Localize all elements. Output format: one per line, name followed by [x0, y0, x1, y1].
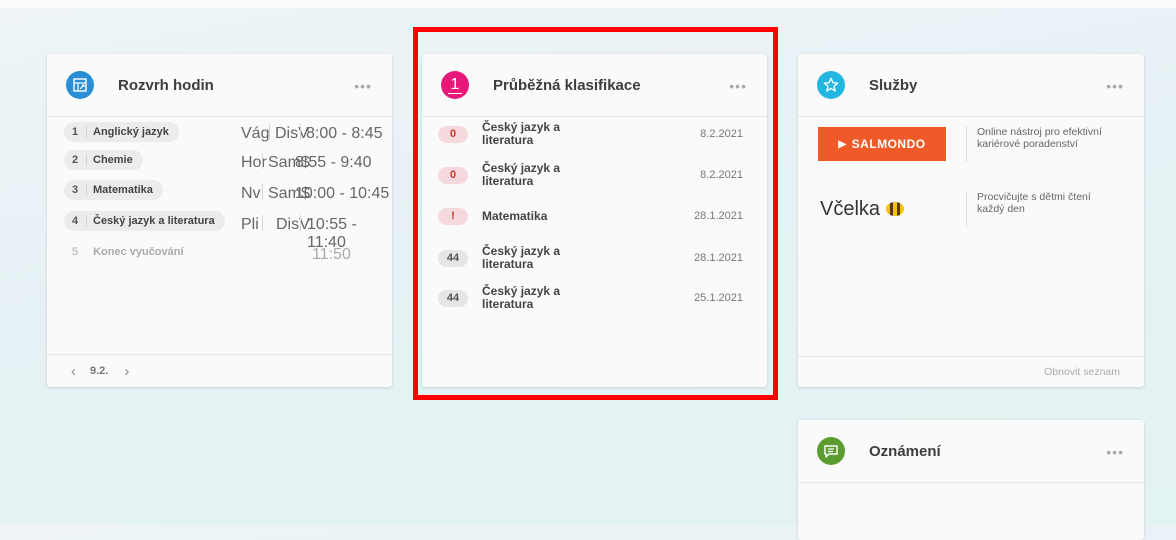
schedule-header: Rozvrh hodin •••	[47, 54, 392, 117]
salmondo-logo-text: SALMONDO	[851, 137, 926, 151]
service-description: Online nástroj pro efektivní kariérové p…	[966, 126, 1102, 162]
vcelka-logo-text: Včelka	[820, 197, 881, 220]
chevron-right-icon[interactable]: ›	[124, 363, 129, 380]
salmondo-logo[interactable]: ▶ SALMONDO	[818, 127, 946, 161]
divider	[262, 153, 263, 169]
lesson-pill: 4 Český jazyk a literatura	[64, 211, 225, 231]
lesson-teacher: Nv	[241, 185, 261, 202]
lesson-time: 8:00 - 8:45	[306, 125, 383, 142]
bee-icon	[886, 202, 905, 216]
service-description-line: Online nástroj pro efektivní	[977, 126, 1102, 138]
lesson-number: 3	[64, 184, 87, 196]
services-more-button[interactable]: •••	[1106, 78, 1124, 94]
announcements-title: Oznámení	[869, 442, 941, 460]
schedule-date: 9.2.	[90, 365, 109, 377]
message-icon	[817, 437, 845, 465]
announcements-card: Oznámení •••	[798, 420, 1144, 540]
services-title: Služby	[869, 76, 918, 94]
lesson-pill: 1 Anglický jazyk	[64, 122, 179, 142]
lesson-row[interactable]: 3 Matematika	[64, 178, 163, 202]
end-label: Konec vyučování	[93, 246, 184, 258]
lesson-row[interactable]: 4 Český jazyk a literatura	[64, 209, 225, 233]
top-strip	[0, 0, 1176, 8]
lesson-row[interactable]: 1 Anglický jazyk	[64, 120, 179, 144]
lesson-name: Anglický jazyk	[93, 126, 169, 138]
end-time: 11:50	[312, 246, 351, 263]
lesson-teacher: Pli	[241, 216, 259, 233]
lesson-name: Chemie	[93, 154, 133, 166]
lesson-name: Matematika	[93, 184, 153, 196]
services-card: Služby ••• ▶ SALMONDO Online nástroj pro…	[798, 54, 1144, 387]
lesson-room: DisV	[276, 216, 310, 233]
services-footer: Obnovit seznam	[798, 356, 1144, 387]
lesson-row[interactable]: 2 Chemie	[64, 148, 143, 172]
play-icon: ▶	[838, 138, 847, 150]
lesson-teacher: Vág	[241, 125, 270, 142]
service-description-line: Procvičujte s dětmi čtení	[977, 191, 1091, 203]
schedule-more-button[interactable]: •••	[354, 78, 372, 94]
vcelka-logo[interactable]: Včelka	[820, 192, 905, 226]
lesson-room: DisV	[275, 125, 309, 142]
end-of-lessons: 5 Konec vyučování	[64, 246, 184, 258]
divider	[262, 184, 263, 200]
star-icon	[817, 71, 845, 99]
schedule-footer: ‹ 9.2. ›	[47, 354, 392, 387]
divider	[269, 124, 270, 140]
schedule-title: Rozvrh hodin	[118, 76, 214, 94]
service-description-line: kariérové poradenství	[977, 138, 1078, 150]
lesson-pill: 2 Chemie	[64, 150, 143, 170]
lesson-pill: 3 Matematika	[64, 180, 163, 200]
lesson-number: 4	[64, 215, 87, 227]
end-number: 5	[71, 246, 79, 258]
services-header: Služby •••	[798, 54, 1144, 117]
service-description-line: každý den	[977, 203, 1025, 215]
announcements-more-button[interactable]: •••	[1106, 444, 1124, 460]
service-description: Procvičujte s dětmi čtení každý den	[966, 191, 1091, 227]
refresh-list-link[interactable]: Obnovit seznam	[1044, 366, 1120, 378]
lesson-time: 10:00 - 10:45	[295, 185, 390, 202]
lesson-number: 1	[64, 126, 87, 138]
lesson-name: Český jazyk a literatura	[93, 215, 215, 227]
highlight-frame	[413, 27, 778, 400]
divider	[300, 215, 301, 231]
lesson-time: 8:55 - 9:40	[295, 154, 372, 171]
chevron-left-icon[interactable]: ‹	[71, 363, 76, 380]
schedule-card: Rozvrh hodin ••• 1 Anglický jazyk Vág Dis…	[47, 54, 392, 387]
lesson-number: 2	[64, 154, 87, 166]
divider	[262, 215, 263, 231]
announcements-header: Oznámení •••	[798, 420, 1144, 483]
divider	[300, 124, 301, 140]
calendar-icon	[66, 71, 94, 99]
